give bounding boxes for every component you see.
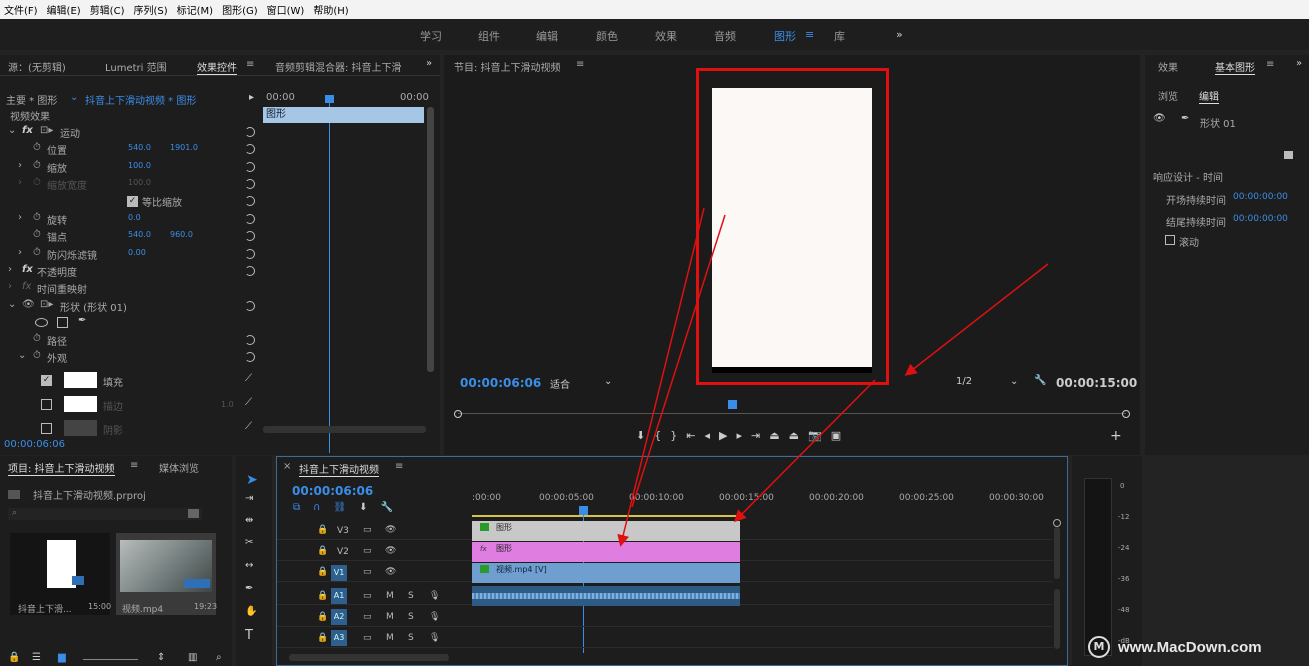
annotation-arrow (631, 214, 726, 508)
annotation-arrows (617, 207, 1049, 547)
annotation-arrow (617, 207, 705, 547)
annotation-arrow (904, 263, 1049, 376)
annotation-arrow (733, 379, 876, 523)
